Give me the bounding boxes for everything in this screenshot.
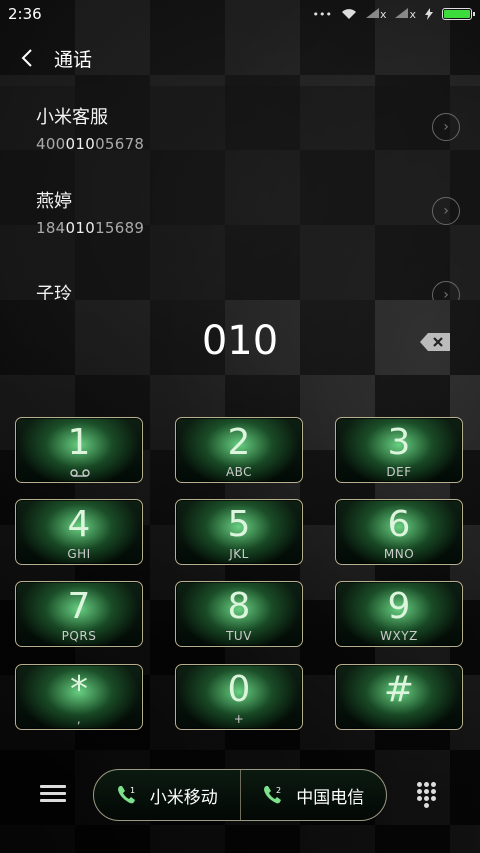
signal-icon <box>395 7 409 18</box>
key-letters: , <box>76 712 82 726</box>
key-letters: JKL <box>229 547 249 561</box>
signal-sim2: x <box>395 7 416 21</box>
contact-row[interactable]: 小米客服 40001005678 › <box>0 86 480 170</box>
number-prefix: 184 <box>36 219 66 237</box>
key-8[interactable]: 8 TUV <box>175 581 303 647</box>
menu-icon <box>40 785 66 802</box>
call-sim1-button[interactable]: 1 小米移动 <box>94 770 240 820</box>
sim1-carrier-label: 小米移动 <box>149 787 218 808</box>
key-5[interactable]: 5 JKL <box>175 499 303 565</box>
key-digit: 7 <box>67 586 91 627</box>
keypad-toggle-button[interactable] <box>415 780 439 810</box>
contact-row[interactable]: 子玲 › <box>0 254 480 300</box>
contact-results-list: 小米客服 40001005678 › 燕婷 18401015689 › 子玲 › <box>0 86 480 300</box>
signal-icon <box>365 7 379 18</box>
contact-name: 燕婷 <box>36 191 72 212</box>
header: 通话 <box>0 36 480 80</box>
menu-button[interactable] <box>40 782 66 806</box>
key-letters: PQRS <box>61 629 97 643</box>
voicemail-icon <box>70 469 90 477</box>
key-letters: TUV <box>226 629 252 643</box>
contact-detail-button[interactable]: › <box>432 113 460 141</box>
key-letters: MNO <box>383 547 415 561</box>
number-suffix: 05678 <box>95 135 145 153</box>
sim1-badge: 1 <box>130 786 135 795</box>
key-letters: DEF <box>386 465 412 479</box>
contact-name: 小米客服 <box>36 107 108 128</box>
sim2-carrier-label: 中国电信 <box>296 787 365 808</box>
key-digit: 4 <box>67 504 91 545</box>
key-star[interactable]: * , <box>15 664 143 730</box>
status-time: 2:36 <box>8 5 42 23</box>
page-title: 通话 <box>54 48 93 71</box>
contact-number: 40001005678 <box>36 135 480 153</box>
key-4[interactable]: 4 GHI <box>15 499 143 565</box>
dialed-number: 010 <box>201 318 279 364</box>
key-2[interactable]: 2 ABC <box>175 417 303 483</box>
backspace-button[interactable] <box>420 333 450 351</box>
number-match: 010 <box>65 135 96 153</box>
key-9[interactable]: 9 WXYZ <box>335 581 463 647</box>
sim2-status-label: x <box>409 7 416 21</box>
status-bar: 2:36 ••• x x <box>0 0 480 28</box>
chevron-right-icon: › <box>443 119 449 135</box>
contact-number: 18401015689 <box>36 219 480 237</box>
key-0[interactable]: 0 + <box>175 664 303 730</box>
key-digit: 1 <box>67 422 91 463</box>
key-1[interactable]: 1 <box>15 417 143 483</box>
key-digit: 2 <box>227 422 251 463</box>
contact-row[interactable]: 燕婷 18401015689 › <box>0 170 480 254</box>
wifi-icon <box>341 9 356 19</box>
key-3[interactable]: 3 DEF <box>335 417 463 483</box>
chevron-right-icon: › <box>443 203 449 219</box>
charging-icon <box>425 8 433 20</box>
key-digit: 8 <box>227 586 251 627</box>
key-digit: 9 <box>387 586 411 627</box>
key-letters: ABC <box>225 465 253 479</box>
key-7[interactable]: 7 PQRS <box>15 581 143 647</box>
phone-icon: 1 <box>117 786 135 804</box>
number-match: 010 <box>65 219 96 237</box>
key-digit: * <box>70 669 88 710</box>
contact-detail-button[interactable]: › <box>432 197 460 225</box>
key-digit: # <box>383 669 415 710</box>
dial-buttons: 1 小米移动 2 中国电信 <box>93 769 387 821</box>
key-hash[interactable]: # <box>335 664 463 730</box>
battery-icon <box>442 8 475 20</box>
sim1-status-label: x <box>379 7 387 21</box>
number-suffix: 15689 <box>95 219 145 237</box>
backspace-icon <box>420 333 450 351</box>
sim2-badge: 2 <box>276 786 281 795</box>
key-letters: + <box>233 712 245 726</box>
call-sim2-button[interactable]: 2 中国电信 <box>239 770 387 820</box>
chevron-right-icon: › <box>443 287 449 300</box>
battery-level <box>444 10 470 18</box>
key-6[interactable]: 6 MNO <box>335 499 463 565</box>
phone-icon: 2 <box>264 786 281 804</box>
more-dots-icon: ••• <box>312 7 332 21</box>
contact-name: 子玲 <box>36 284 72 300</box>
key-letters: WXYZ <box>380 629 418 643</box>
key-digit: 6 <box>387 504 411 545</box>
key-digit: 0 <box>227 669 251 710</box>
key-letters: GHI <box>67 547 91 561</box>
key-digit: 5 <box>227 504 251 545</box>
number-prefix: 400 <box>36 135 66 153</box>
key-digit: 3 <box>387 422 411 463</box>
back-button[interactable] <box>0 36 54 80</box>
back-arrow-icon <box>21 49 32 67</box>
signal-sim1: x <box>365 7 387 21</box>
